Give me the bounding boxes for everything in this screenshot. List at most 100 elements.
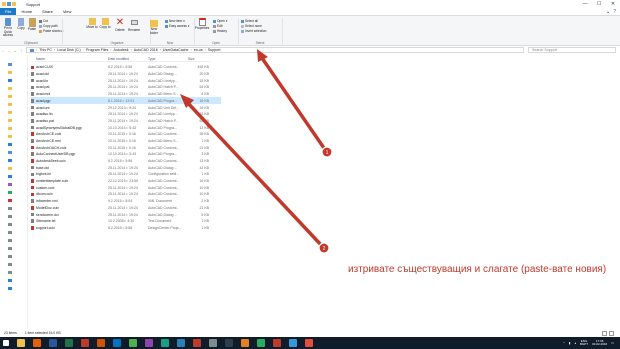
folder-icon[interactable] <box>8 95 12 98</box>
file-row[interactable]: AutodeskSeek.cuix 6.2.2015 г. 5:56 AutoCAD… <box>31 158 221 165</box>
app-taskbar-icon[interactable] <box>193 339 201 347</box>
drive-icon[interactable] <box>8 263 12 266</box>
minimize-button[interactable]: — <box>578 0 592 8</box>
breadcrumb-item[interactable]: en-us <box>194 48 203 52</box>
new-folder-icon[interactable] <box>12 2 16 6</box>
column-name[interactable]: Name <box>36 57 45 61</box>
column-date-modified[interactable]: Date modified <box>108 57 129 61</box>
breadcrumb-item[interactable]: UserDataCache <box>163 48 189 52</box>
navigation-pane[interactable] <box>0 55 28 329</box>
help-icon[interactable]: ? <box>613 9 616 15</box>
app-taskbar-icon[interactable] <box>257 339 265 347</box>
drive-icon[interactable] <box>8 271 12 274</box>
easy-access-button[interactable]: Easy access ▾ <box>165 24 190 28</box>
new-folder-button[interactable]: New folder <box>148 18 160 35</box>
app-taskbar-icon[interactable] <box>241 339 249 347</box>
copy-path-button[interactable]: Copy path <box>39 24 58 28</box>
drive-icon[interactable] <box>8 207 12 210</box>
file-row[interactable]: acad.mnl 25.11.2014 г. 19:24 AutoCAD Menu … <box>31 91 221 98</box>
chrome-taskbar-icon[interactable] <box>129 339 137 347</box>
chevron-down-icon[interactable]: ⌄ <box>606 9 610 15</box>
excel-taskbar-icon[interactable] <box>65 339 73 347</box>
breadcrumb-separator-icon[interactable]: › <box>36 48 37 52</box>
paste-shortcut-button[interactable]: Paste shortcut <box>39 29 63 33</box>
tab-share[interactable]: Share <box>37 8 58 15</box>
breadcrumb-separator-icon[interactable]: › <box>110 48 111 52</box>
outlook-taskbar-icon[interactable] <box>113 339 121 347</box>
breadcrumb-separator-icon[interactable]: › <box>160 48 161 52</box>
app-taskbar-icon[interactable] <box>273 339 281 347</box>
language-indicator[interactable]: ENG BGPT <box>580 339 588 347</box>
history-button[interactable]: History <box>213 29 227 33</box>
breadcrumb-item[interactable]: AutoCAD 2016 <box>134 48 158 52</box>
app-taskbar-icon[interactable] <box>161 339 169 347</box>
breadcrumb-item[interactable]: Support <box>208 48 221 52</box>
app-taskbar-icon[interactable] <box>225 339 233 347</box>
file-row[interactable]: acad.pgp 6.1.2016 г. 12:01 AutoCAD Progra.… <box>31 97 221 105</box>
file-row[interactable]: AecArchCE.mnl 20.11.2015 г. 0:16 AutoCAD M… <box>31 138 221 145</box>
up-arrow-icon[interactable]: ↑ <box>18 48 24 53</box>
file-row[interactable]: acad.unt 29.12.2013 г. 9:24 AutoCAD Unit D… <box>31 104 221 111</box>
file-row[interactable]: Sitename.txt 10.2.2008 г. 4:30 Text Docume… <box>31 218 221 225</box>
downloads-icon[interactable] <box>8 175 12 178</box>
firefox-taskbar-icon[interactable] <box>33 339 41 347</box>
file-row[interactable]: contenttemplate.cuix 22.12.2015 г. 23:56 A… <box>31 178 221 185</box>
network-icon[interactable] <box>8 279 12 282</box>
file-row[interactable]: support.cuix 6.2.2015 г. 5:56 DesignCenter… <box>31 225 221 232</box>
properties-button[interactable]: Properties <box>195 18 209 31</box>
address-bar[interactable]: › This PC › Local Disk (C:) › Program Files › A… <box>26 47 524 53</box>
close-button[interactable]: ✕ <box>606 0 620 8</box>
folder-taskbar-icon[interactable] <box>17 339 25 347</box>
file-row[interactable]: acad.lin 25.11.2014 г. 19:24 AutoCAD Linet… <box>31 77 221 84</box>
paste-button[interactable]: Paste <box>26 18 38 32</box>
app-taskbar-icon[interactable] <box>289 339 297 347</box>
breadcrumb-separator-icon[interactable]: › <box>205 48 206 52</box>
notifications-icon[interactable]: ▭ <box>611 341 614 345</box>
new-item-button[interactable]: New item ▾ <box>165 19 185 23</box>
folder-icon[interactable] <box>8 119 12 122</box>
app-taskbar-icon[interactable] <box>209 339 217 347</box>
quick-access-icon[interactable] <box>8 63 12 66</box>
app-taskbar-icon[interactable] <box>145 339 153 347</box>
clock[interactable]: 17:36 03.02.2016 <box>592 339 607 347</box>
drive-icon[interactable] <box>8 215 12 218</box>
this-pc-icon[interactable] <box>8 151 12 154</box>
file-row[interactable]: acadiso.lin 25.11.2014 г. 19:24 AutoCAD Li… <box>31 111 221 118</box>
tab-file[interactable]: File <box>0 8 17 15</box>
search-input[interactable]: Search Support <box>528 47 616 53</box>
start-button[interactable] <box>3 340 9 346</box>
file-row[interactable]: acad.CUIX 6.2.2015 г. 5:56 AutoCAD Customi… <box>31 64 221 71</box>
file-row[interactable]: AecArchDACH.cuix 20.11.2015 г. 0:16 AutoCA… <box>31 144 221 151</box>
breadcrumb-item[interactable]: Program Files <box>86 48 108 52</box>
column-size[interactable]: Size <box>188 57 195 61</box>
download-icon[interactable] <box>8 79 12 82</box>
file-row[interactable]: sendcomm.dcl 25.11.2014 г. 19:24 AutoCAD D… <box>31 211 221 218</box>
music-icon[interactable] <box>8 183 12 186</box>
cut-button[interactable]: Cut <box>39 19 48 23</box>
delete-button[interactable]: ✕ Delete <box>114 18 126 33</box>
network-icon[interactable]: ▮ <box>569 341 571 345</box>
file-row[interactable]: base.dcl 25.11.2014 г. 19:24 AutoCAD Dialo… <box>31 164 221 171</box>
folder-icon[interactable] <box>8 87 12 90</box>
folder-icon[interactable] <box>8 71 12 74</box>
pin-quick-access-button[interactable]: Pin to Quick access <box>2 18 14 38</box>
pictures-icon[interactable] <box>8 191 12 194</box>
tab-view[interactable]: View <box>58 8 77 15</box>
breadcrumb-separator-icon[interactable]: › <box>83 48 84 52</box>
move-to-button[interactable]: Move to <box>86 18 98 30</box>
tab-home[interactable]: Home <box>16 8 37 15</box>
file-row[interactable]: dfcom.cuix 25.11.2014 г. 19:24 AutoCAD Cus… <box>31 191 221 198</box>
drive-icon[interactable] <box>8 223 12 226</box>
breadcrumb-separator-icon[interactable]: › <box>54 48 55 52</box>
drive-icon[interactable] <box>8 231 12 234</box>
file-row[interactable]: infocenter.xml 9.2.2015 г. 8:04 XML Docume… <box>31 198 221 205</box>
open-button[interactable]: Open ▾ <box>213 19 227 23</box>
maximize-button[interactable]: ☐ <box>592 0 606 8</box>
edit-button[interactable]: Edit <box>213 24 223 28</box>
app-taskbar-icon[interactable] <box>177 339 185 347</box>
breadcrumb-item[interactable]: Local Disk (C:) <box>57 48 81 52</box>
breadcrumb-item[interactable]: This PC <box>39 48 52 52</box>
file-row[interactable]: custom.cuix 25.11.2014 г. 19:24 AutoCAD Cu… <box>31 184 221 191</box>
media-taskbar-icon[interactable] <box>97 339 105 347</box>
drive-icon[interactable] <box>8 255 12 258</box>
